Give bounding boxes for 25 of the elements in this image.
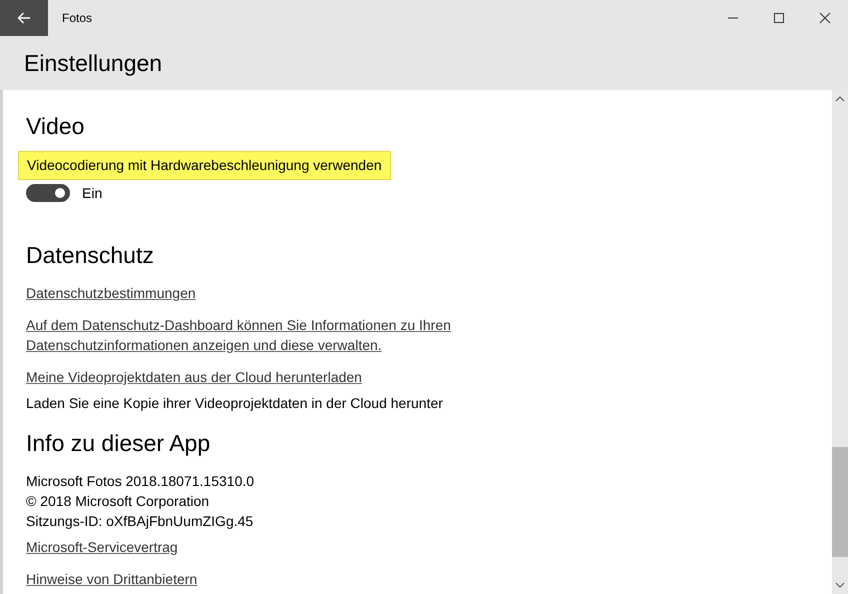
close-icon (819, 12, 831, 24)
section-heading: Datenschutz (26, 241, 154, 270)
section-heading: Info zu dieser App (26, 429, 210, 458)
toggle-state-label: Ein (82, 185, 102, 201)
toggle-switch[interactable] (26, 184, 70, 202)
maximize-icon (773, 12, 785, 24)
scrollbar[interactable] (832, 90, 848, 594)
link[interactable]: Auf dem Datenschutz-Dashboard können Sie Informationen zu Ihren Datenschutzinformationen anzeigen und diese verwalten. (26, 315, 451, 355)
window-title: Fotos (62, 11, 94, 25)
link[interactable]: Meine Videoprojektdaten aus der Cloud herunterladen (26, 367, 362, 387)
back-arrow-icon (17, 12, 31, 24)
scroll-down-icon[interactable] (835, 582, 845, 588)
back-button[interactable] (0, 0, 48, 36)
info-text: Sitzungs-ID: oXfBAjFbnUumZIGg.45 (26, 512, 254, 531)
link[interactable]: Microsoft-Servicevertrag (26, 537, 178, 557)
page-title: Einstellungen (24, 50, 162, 76)
setting-label: Videocodierung mit Hardwarebeschleunigung verwenden (18, 151, 391, 180)
info-text: Laden Sie eine Kopie ihrer Videoprojektdaten in der Cloud herunter (26, 394, 443, 413)
scroll-up-icon[interactable] (835, 96, 845, 102)
link[interactable]: Hinweise von Drittanbietern (26, 569, 198, 589)
info-text: © 2018 Microsoft Corporation (26, 492, 210, 511)
scroll-thumb[interactable] (832, 447, 848, 557)
link[interactable]: Datenschutzbestimmungen (26, 283, 196, 303)
info-text: Microsoft Fotos 2018.18071.15310.0 (26, 472, 254, 491)
section-heading: Video (26, 112, 84, 141)
